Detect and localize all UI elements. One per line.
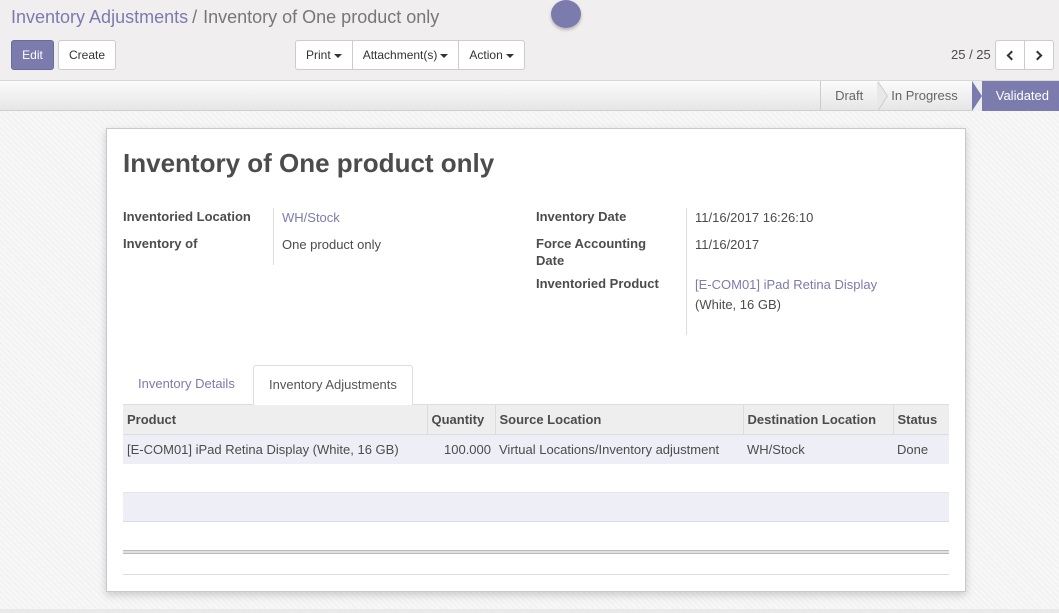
- table-footer: [123, 550, 949, 554]
- cell-quantity: 100.000: [427, 434, 495, 465]
- step-arrow-icon: [971, 81, 982, 111]
- inventory-date-value: 11/16/2017 16:26:10: [695, 210, 814, 225]
- inventoried-location-link[interactable]: WH/Stock: [282, 208, 340, 228]
- inventoried-product-link[interactable]: [E-COM01] iPad Retina Display: [695, 275, 877, 295]
- stock-moves-table: Product Quantity Source Location Destina…: [123, 405, 949, 465]
- caret-down-icon: [333, 53, 342, 58]
- chevron-right-icon: [1032, 50, 1043, 60]
- table-empty-row: [123, 522, 949, 551]
- inventoried-product-value: [E-COM01] iPad Retina Display (White, 16…: [695, 275, 877, 315]
- table-empty-row: [123, 464, 949, 493]
- loading-indicator-icon: [551, 0, 581, 28]
- force-accounting-date-label-line1: Force Accounting: [536, 236, 647, 251]
- attachments-dropdown-button[interactable]: Attachment(s): [351, 40, 460, 70]
- caret-down-icon: [440, 53, 449, 58]
- breadcrumb-separator: /: [192, 7, 198, 27]
- status-step-in-progress[interactable]: In Progress: [877, 81, 971, 111]
- column-header-destination-location[interactable]: Destination Location: [743, 405, 894, 435]
- cell-source-location: Virtual Locations/Inventory adjustment: [495, 434, 743, 465]
- form-statusbar: Draft In Progress Validated: [0, 81, 1059, 111]
- tab-inventory-adjustments[interactable]: Inventory Adjustments: [253, 365, 413, 406]
- status-steps: Draft In Progress Validated: [820, 81, 1059, 111]
- notebook-tabs: Inventory Details Inventory Adjustments: [123, 365, 949, 406]
- inventory-of-value: One product only: [282, 237, 382, 252]
- cell-product: [E-COM01] iPad Retina Display (White, 16…: [123, 434, 427, 465]
- bottom-strip: [0, 609, 1059, 613]
- status-step-label: Validated: [995, 88, 1049, 103]
- breadcrumb-current: Inventory of One product only: [203, 7, 440, 27]
- print-dropdown-button[interactable]: Print: [295, 40, 353, 70]
- breadcrumb-parent-link[interactable]: Inventory Adjustments: [11, 7, 188, 27]
- tab-inventory-details[interactable]: Inventory Details: [123, 365, 250, 405]
- cell-status: Done: [893, 434, 949, 465]
- table-row[interactable]: [E-COM01] iPad Retina Display (White, 16…: [123, 434, 949, 465]
- divider: [123, 574, 949, 575]
- status-step-label: Draft: [835, 88, 864, 103]
- force-accounting-date-label: Force Accounting Date: [536, 235, 646, 269]
- inventory-date-label: Inventory Date: [536, 209, 627, 224]
- pager-previous-button[interactable]: [995, 40, 1025, 70]
- create-button[interactable]: Create: [58, 40, 116, 70]
- column-header-source-location[interactable]: Source Location: [495, 405, 744, 435]
- caret-down-icon: [505, 53, 514, 58]
- pager-next-button[interactable]: [1024, 40, 1054, 70]
- inventoried-location-label: Inventoried Location: [123, 209, 251, 224]
- inventoried-product-label: Inventoried Product: [536, 276, 659, 291]
- field-divider: [273, 208, 274, 265]
- edit-button[interactable]: Edit: [11, 40, 54, 70]
- force-accounting-date-label-line2: Date: [536, 253, 565, 268]
- page-title: Inventory of One product only: [123, 148, 495, 178]
- table-empty-row: [123, 493, 949, 522]
- status-step-draft[interactable]: Draft: [820, 81, 889, 111]
- cell-destination-location: WH/Stock: [743, 434, 893, 465]
- control-panel: Inventory Adjustments / Inventory of One p…: [0, 0, 1059, 81]
- step-arrow-icon: [877, 81, 888, 111]
- field-divider: [686, 208, 687, 335]
- breadcrumb: Inventory Adjustments / Inventory of One p…: [11, 7, 439, 28]
- status-step-validated[interactable]: Validated: [971, 81, 1059, 111]
- table-header-row: Product Quantity Source Location Destina…: [123, 405, 949, 435]
- column-header-product[interactable]: Product: [123, 405, 428, 435]
- sidebar-actions: Print Attachment(s) Action: [295, 40, 525, 70]
- chevron-left-icon: [1006, 50, 1017, 60]
- status-step-label: In Progress: [891, 88, 958, 103]
- inventory-of-label: Inventory of: [123, 236, 198, 251]
- action-label: Action: [469, 48, 503, 62]
- action-dropdown-button[interactable]: Action: [458, 40, 525, 70]
- force-accounting-date-value: 11/16/2017: [695, 237, 760, 252]
- column-header-quantity[interactable]: Quantity: [427, 405, 496, 435]
- pager-value[interactable]: 25 / 25: [951, 47, 991, 62]
- column-header-status[interactable]: Status: [893, 405, 949, 435]
- form-sheet: Inventory of One product only Inventorie…: [106, 128, 966, 592]
- print-label: Print: [306, 48, 331, 62]
- inventoried-product-variant: (White, 16 GB): [695, 297, 781, 312]
- attachments-label: Attachment(s): [362, 48, 438, 62]
